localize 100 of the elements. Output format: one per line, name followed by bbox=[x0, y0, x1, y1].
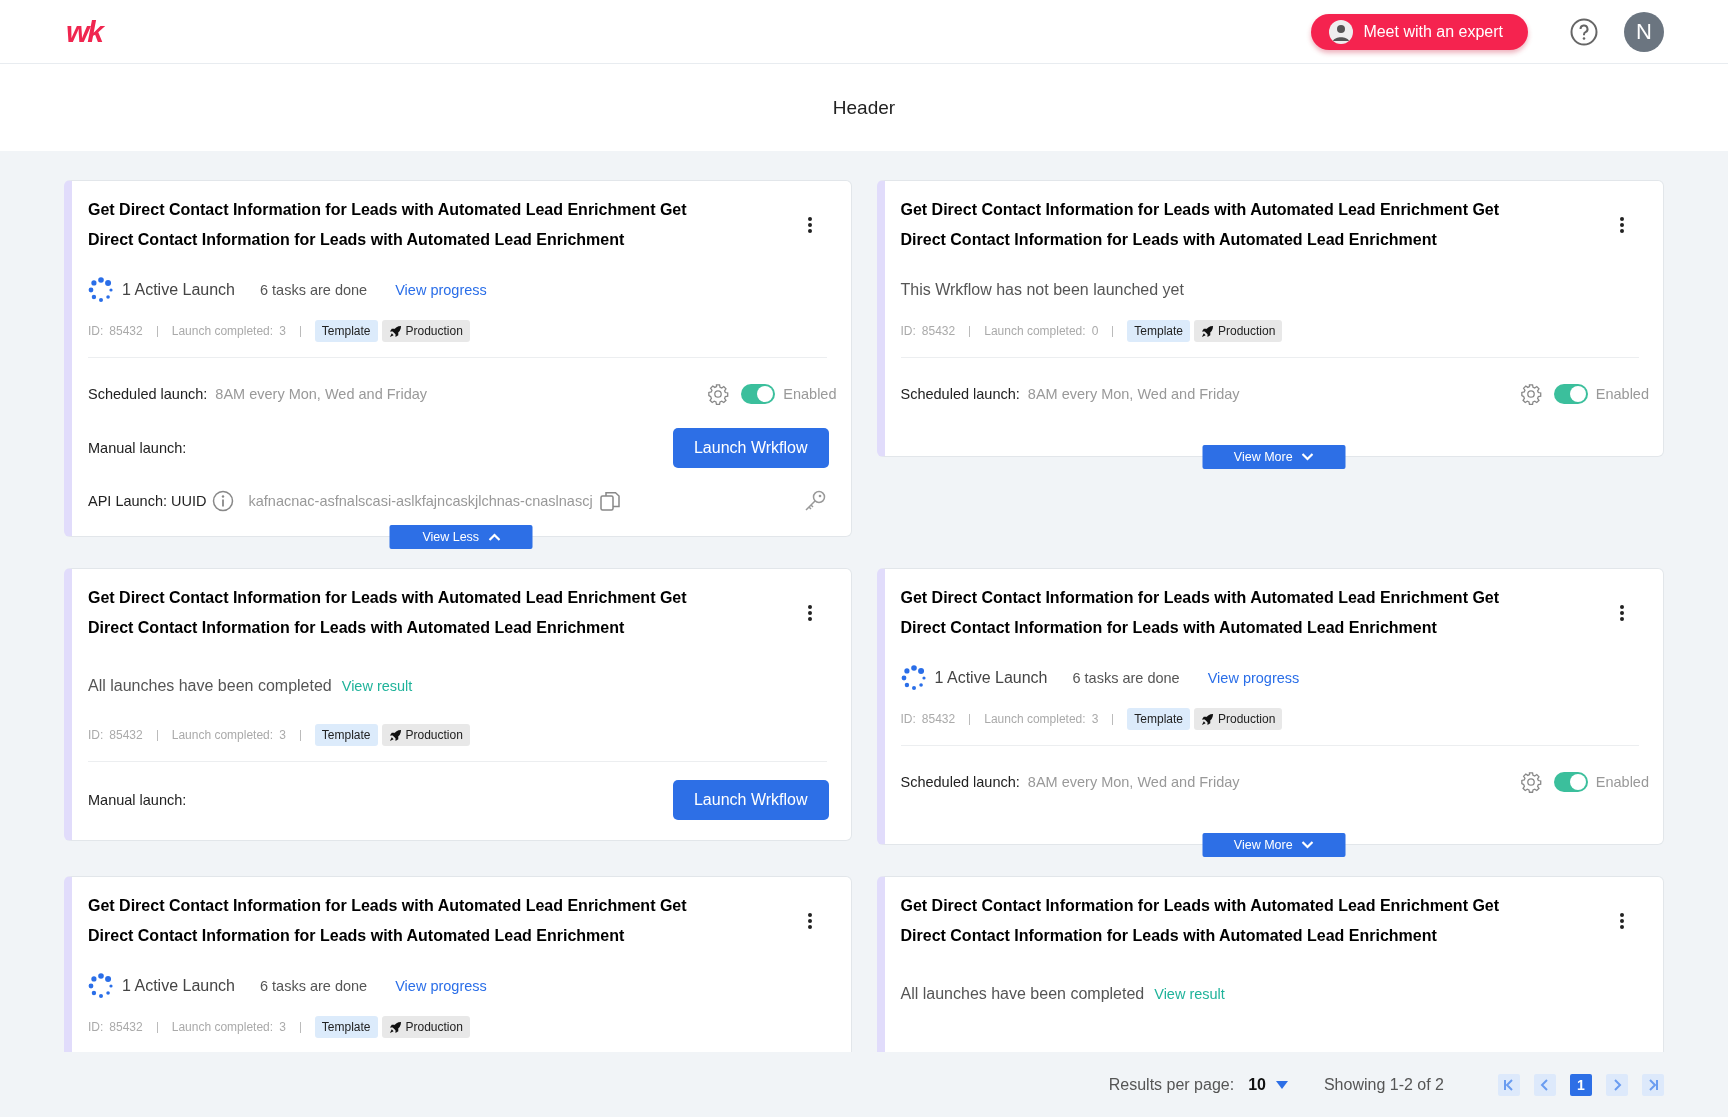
launch-completed-value: 3 bbox=[1091, 712, 1099, 726]
meet-expert-button[interactable]: Meet with an expert bbox=[1311, 13, 1528, 50]
template-tag: Template bbox=[314, 320, 378, 342]
next-page-button[interactable] bbox=[1606, 1073, 1628, 1096]
rocket-icon bbox=[1201, 324, 1214, 338]
help-icon[interactable] bbox=[1570, 17, 1598, 46]
card-title: Get Direct Contact Information for Leads with Automated Lead Enrichment Get Direct Contact Information for Leads with Automated Lead Enrichment bbox=[900, 588, 1501, 638]
card-title: Get Direct Contact Information for Leads with Automated Lead Enrichment Get Direct Contact Information for Leads with Automated Lead Enrichment bbox=[900, 896, 1501, 946]
last-page-icon bbox=[1646, 1078, 1660, 1091]
launch-completed-value: 0 bbox=[1091, 324, 1099, 338]
card-title: Get Direct Contact Information for Leads with Automated Lead Enrichment Get Direct Contact Information for Leads with Automated Lead Enrichment bbox=[88, 588, 688, 638]
view-toggle-button[interactable]: View More bbox=[1202, 445, 1346, 469]
rocket-icon bbox=[388, 324, 402, 338]
production-tag: Production bbox=[1194, 320, 1283, 342]
copy-icon[interactable] bbox=[598, 490, 621, 512]
toggle-switch[interactable] bbox=[1553, 384, 1588, 404]
logo: wk bbox=[66, 14, 103, 49]
id-value: 85432 bbox=[921, 712, 956, 726]
rocket-icon bbox=[388, 1020, 402, 1034]
launch-completed-value: 3 bbox=[279, 728, 286, 742]
card-title: Get Direct Contact Information for Leads with Automated Lead Enrichment Get Direct Contact Information for Leads with Automated Lead Enrichment bbox=[900, 200, 1501, 250]
status-text: All launches have been completed bbox=[900, 985, 1145, 1003]
spinner-icon bbox=[88, 973, 114, 999]
toggle-switch[interactable] bbox=[1553, 772, 1588, 792]
toggle-state: Enabled bbox=[783, 386, 837, 402]
info-icon[interactable] bbox=[212, 490, 235, 512]
id-value: 85432 bbox=[109, 324, 143, 338]
settings-icon[interactable] bbox=[1519, 383, 1542, 405]
tasks-done: 6 tasks are done bbox=[259, 282, 368, 298]
template-tag: Template bbox=[1127, 708, 1190, 730]
scheduled-launch-label: Scheduled launch: bbox=[900, 774, 1020, 790]
api-launch-label: API Launch: UUID bbox=[88, 493, 207, 509]
last-page-button[interactable] bbox=[1642, 1073, 1664, 1096]
card-title: Get Direct Contact Information for Leads with Automated Lead Enrichment Get Direct Contact Information for Leads with Automated Lead Enrichment bbox=[88, 200, 688, 250]
chevron-down-icon bbox=[1301, 841, 1314, 849]
dropdown-caret-icon[interactable] bbox=[1275, 1080, 1288, 1089]
first-page-button[interactable] bbox=[1498, 1073, 1520, 1096]
active-launch-status: 1 Active Launch bbox=[122, 281, 235, 299]
view-toggle-button[interactable]: View More bbox=[1202, 833, 1346, 857]
view-toggle-button[interactable]: View Less bbox=[389, 525, 533, 549]
id-value: 85432 bbox=[109, 1020, 143, 1034]
view-progress-link[interactable]: View progress bbox=[395, 978, 487, 994]
settings-icon[interactable] bbox=[1519, 771, 1542, 793]
id-label: ID: bbox=[900, 324, 916, 338]
active-launch-status: 1 Active Launch bbox=[122, 977, 235, 995]
launch-completed-label: Launch completed: bbox=[171, 324, 274, 338]
tasks-done: 6 tasks are done bbox=[1072, 670, 1180, 686]
active-launch-status: 1 Active Launch bbox=[934, 669, 1048, 687]
page-header: Header bbox=[832, 96, 896, 119]
id-label: ID: bbox=[88, 1020, 104, 1034]
id-label: ID: bbox=[900, 712, 916, 726]
view-result-link[interactable]: View result bbox=[1154, 986, 1225, 1002]
template-tag: Template bbox=[314, 1016, 378, 1038]
production-tag: Production bbox=[1194, 708, 1283, 730]
spinner-icon bbox=[88, 277, 114, 303]
page-button[interactable]: 1 bbox=[1570, 1073, 1592, 1096]
toggle-switch[interactable] bbox=[741, 384, 776, 404]
launch-completed-value: 3 bbox=[279, 324, 286, 338]
rocket-icon bbox=[1201, 712, 1214, 726]
toggle-state: Enabled bbox=[1595, 774, 1649, 790]
manual-launch-label: Manual launch: bbox=[88, 792, 187, 808]
view-result-link[interactable]: View result bbox=[341, 678, 413, 694]
toggle-state: Enabled bbox=[1595, 386, 1649, 402]
user-avatar[interactable]: N bbox=[1624, 11, 1664, 52]
manual-launch-label: Manual launch: bbox=[88, 440, 187, 456]
production-tag: Production bbox=[381, 1016, 470, 1038]
chevron-down-icon bbox=[1301, 453, 1314, 461]
id-label: ID: bbox=[88, 324, 104, 338]
per-page-value[interactable]: 10 bbox=[1248, 1075, 1266, 1094]
launch-completed-label: Launch completed: bbox=[171, 1020, 274, 1034]
scheduled-launch-label: Scheduled launch: bbox=[88, 386, 208, 402]
rocket-icon bbox=[388, 728, 402, 742]
previous-page-button[interactable] bbox=[1534, 1073, 1556, 1096]
launch-button[interactable]: Launch Wrkflow bbox=[672, 428, 829, 468]
settings-icon[interactable] bbox=[707, 383, 730, 405]
status-text: This Wrkflow has not been launched yet bbox=[900, 281, 1184, 299]
schedule-value: 8AM every Mon, Wed and Friday bbox=[215, 386, 427, 402]
template-tag: Template bbox=[1127, 320, 1190, 342]
id-value: 85432 bbox=[109, 728, 143, 742]
spinner-icon bbox=[900, 665, 927, 691]
id-value: 85432 bbox=[921, 324, 956, 338]
chevron-up-icon bbox=[488, 533, 501, 541]
showing-count: Showing 1-2 of 2 bbox=[1323, 1075, 1444, 1094]
launch-button[interactable]: Launch Wrkflow bbox=[672, 780, 829, 820]
view-progress-link[interactable]: View progress bbox=[395, 282, 487, 298]
tasks-done: 6 tasks are done bbox=[259, 978, 368, 994]
scheduled-launch-label: Scheduled launch: bbox=[900, 386, 1020, 402]
template-tag: Template bbox=[314, 724, 378, 746]
launch-completed-label: Launch completed: bbox=[984, 324, 1086, 338]
uuid-value: kafnacnac-asfnalscasi-aslkfajncaskjlchnas-cnaslnascj bbox=[248, 493, 593, 509]
status-text: All launches have been completed bbox=[88, 677, 332, 695]
launch-completed-label: Launch completed: bbox=[171, 728, 274, 742]
production-tag: Production bbox=[381, 724, 470, 746]
launch-completed-label: Launch completed: bbox=[984, 712, 1086, 726]
schedule-value: 8AM every Mon, Wed and Friday bbox=[1027, 774, 1240, 790]
schedule-value: 8AM every Mon, Wed and Friday bbox=[1027, 386, 1240, 402]
id-label: ID: bbox=[88, 728, 104, 742]
results-per-page-label: Results per page: bbox=[1108, 1075, 1235, 1094]
view-progress-link[interactable]: View progress bbox=[1207, 670, 1300, 686]
card-title: Get Direct Contact Information for Leads with Automated Lead Enrichment Get Direct Contact Information for Leads with Automated Lead Enrichment bbox=[88, 896, 688, 946]
